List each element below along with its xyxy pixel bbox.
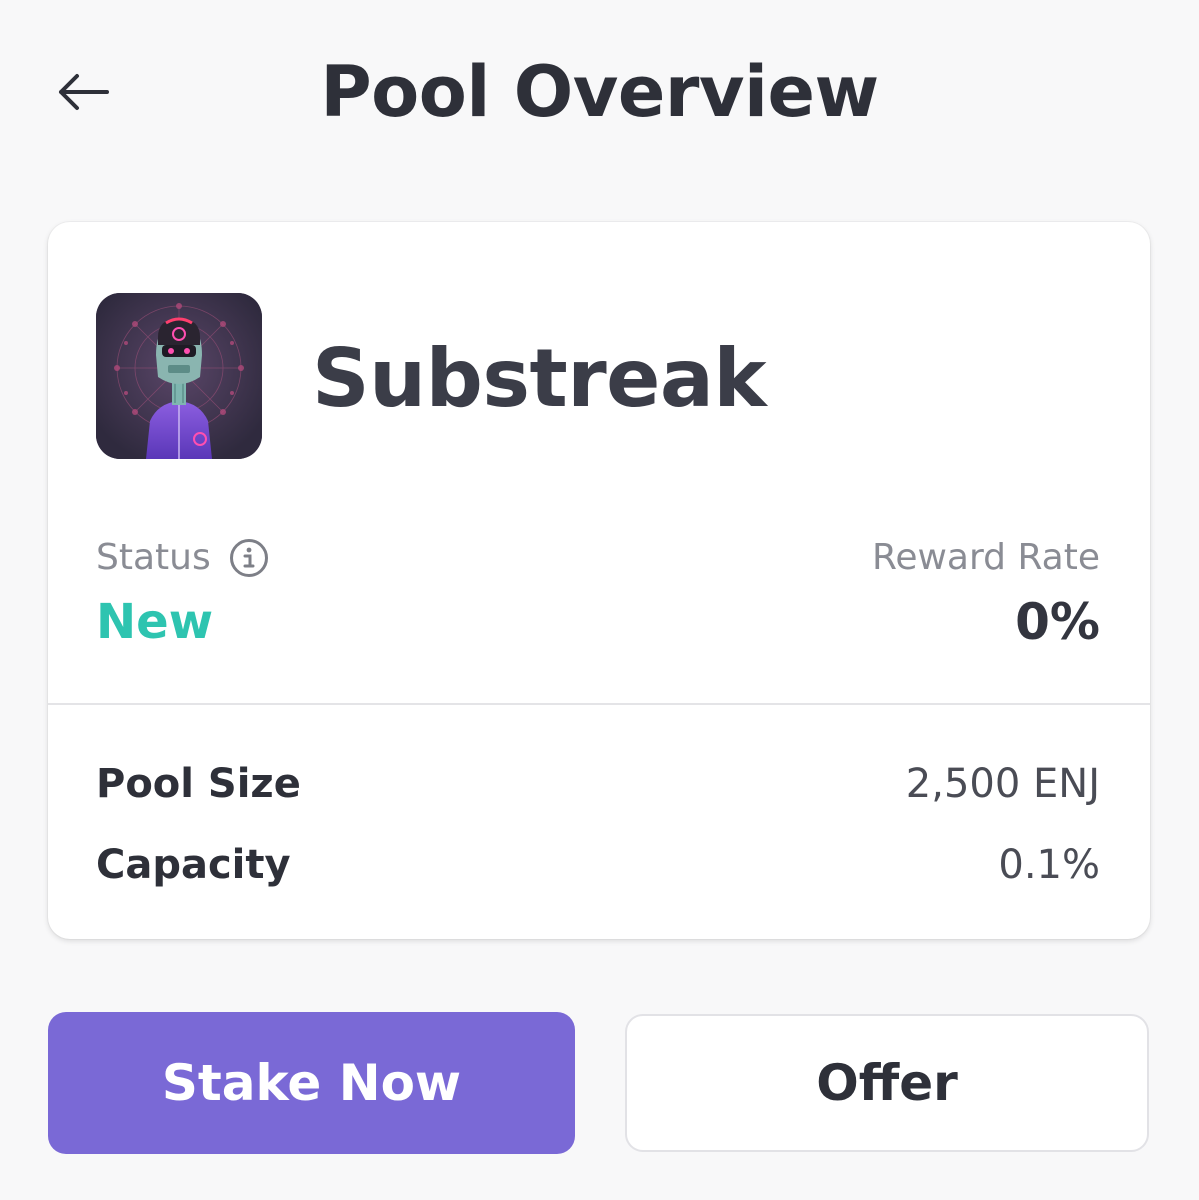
stake-now-button[interactable]: Stake Now [48, 1012, 575, 1154]
pool-avatar [96, 293, 262, 459]
status-label-group: Status [96, 538, 269, 578]
pool-card: Substreak Status New Reward Rate 0% Pool… [48, 222, 1150, 939]
status-label: Status [96, 537, 211, 578]
page-title: Pool Overview [320, 51, 879, 133]
offer-button[interactable]: Offer [625, 1014, 1149, 1152]
status-value: New [96, 594, 214, 650]
divider [48, 703, 1150, 705]
capacity-value: 0.1% [998, 842, 1100, 888]
info-icon[interactable] [229, 538, 269, 578]
pool-size-label: Pool Size [96, 761, 301, 807]
reward-rate-label: Reward Rate [871, 537, 1100, 578]
pool-name: Substreak [312, 332, 767, 425]
reward-rate-value: 0% [1015, 593, 1100, 651]
robot-avatar-icon [96, 293, 262, 459]
pool-size-value: 2,500 ENJ [905, 761, 1100, 807]
capacity-label: Capacity [96, 842, 291, 888]
